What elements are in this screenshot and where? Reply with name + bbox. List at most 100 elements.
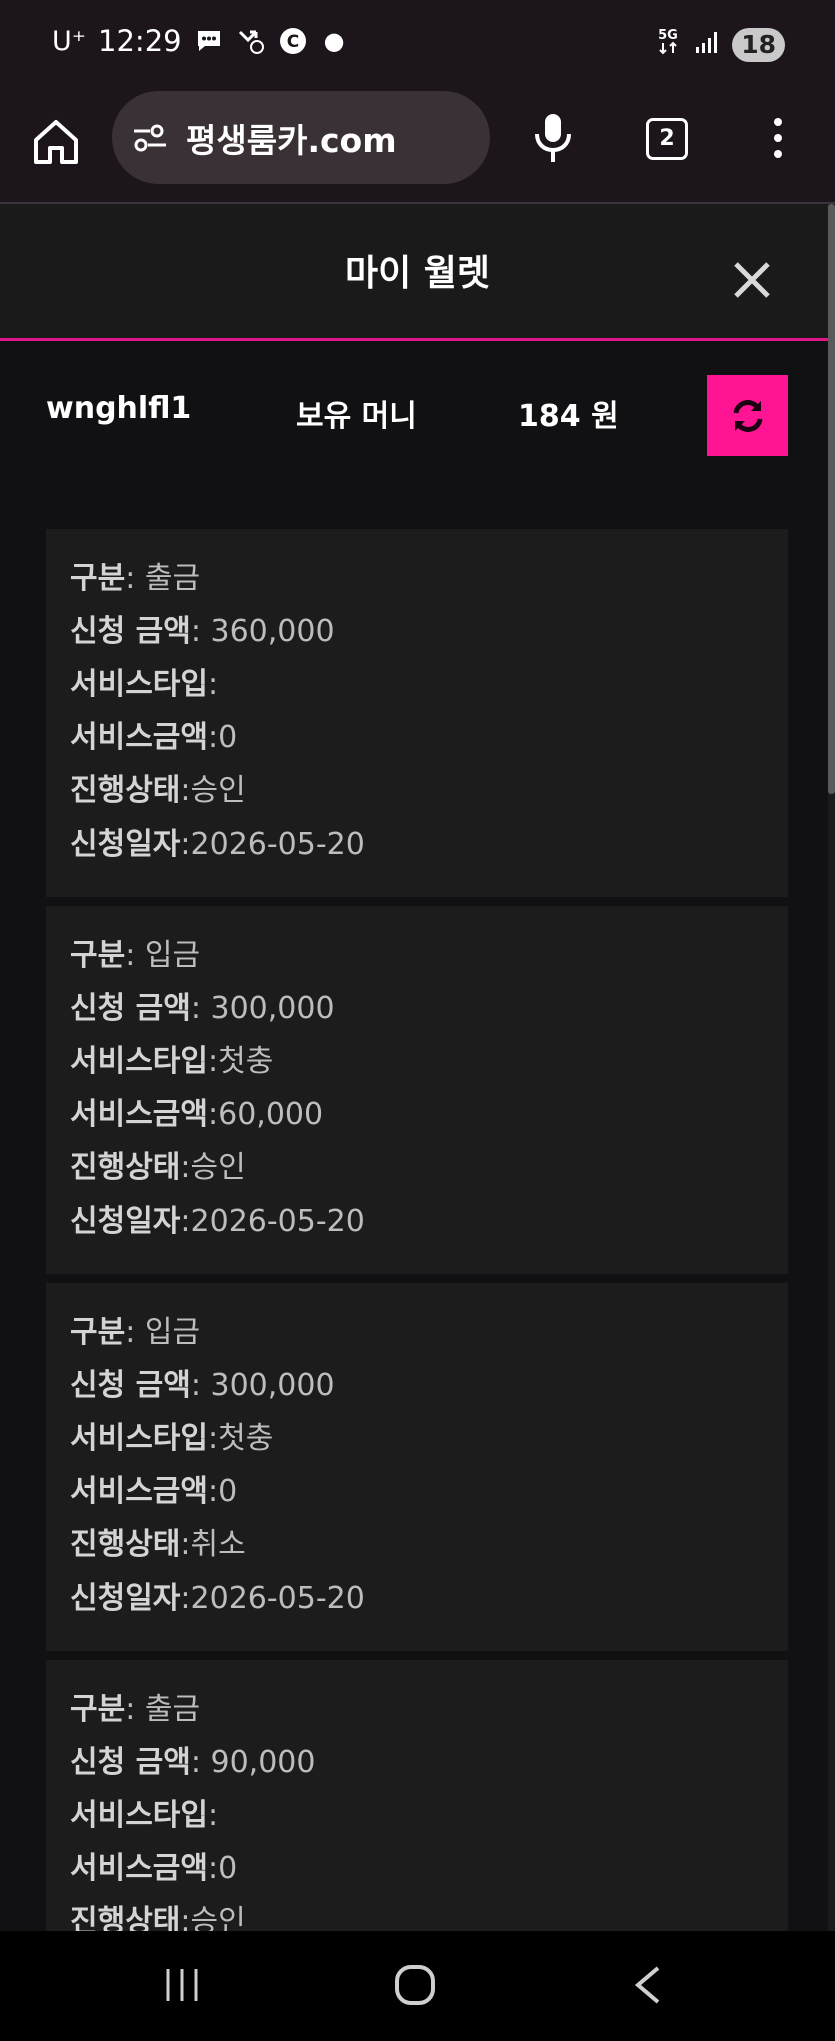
service-amount-label: 서비스금액 [70, 1851, 208, 1886]
amount-label: 신청 금액 [70, 991, 191, 1026]
mic-icon[interactable] [531, 110, 575, 166]
service-type-label: 서비스타입 [70, 1798, 208, 1833]
battery-icon: 18 [732, 27, 785, 62]
status-line: 진행상태:취소 [70, 1519, 246, 1563]
service-amount-value: :60,000 [208, 1097, 324, 1132]
date-line: 신청일자:2026-05-20 [70, 1196, 365, 1240]
status-right: 5G 18 [654, 26, 785, 63]
amount-label: 신청 금액 [70, 1368, 191, 1403]
status-line: 진행상태:승인 [70, 765, 246, 809]
modal-title: 마이 월렛 [344, 253, 490, 294]
menu-icon[interactable] [766, 114, 790, 162]
missed-call-icon [236, 26, 266, 56]
wallet-summary: wnghlfl1 보유 머니 184 원 [0, 341, 828, 476]
tabs-icon[interactable]: 2 [646, 118, 688, 160]
type-value: : 입금 [125, 1315, 201, 1350]
service-amount-value: :0 [208, 720, 238, 755]
amount-line: 신청 금액: 90,000 [70, 1737, 315, 1781]
status-value: :승인 [180, 1904, 246, 1931]
status-line: 진행상태:승인 [70, 1896, 246, 1931]
c-app-icon: C [278, 26, 308, 56]
service-amount-value: :0 [208, 1474, 238, 1509]
system-nav-bar [0, 1931, 835, 2041]
service-amount-line: 서비스금액:60,000 [70, 1089, 323, 1133]
type-line: 구분: 입금 [70, 930, 200, 974]
address-bar[interactable]: 평생룸카.com [112, 91, 490, 184]
service-type-line: 서비스타입: [70, 659, 218, 703]
type-line: 구분: 출금 [70, 553, 200, 597]
type-value: : 출금 [125, 561, 201, 596]
service-amount-line: 서비스금액:0 [70, 1466, 237, 1510]
status-label: 진행상태 [70, 1904, 181, 1931]
chat-icon [194, 26, 224, 56]
transaction-card: 구분: 출금신청 금액: 90,000서비스타입:서비스금액:0진행상태:승인신… [46, 1660, 788, 1931]
type-line: 구분: 입금 [70, 1307, 200, 1351]
back-icon[interactable] [630, 1965, 666, 2005]
service-type-label: 서비스타입 [70, 1044, 208, 1079]
service-amount-value: :0 [208, 1851, 238, 1886]
date-label: 신청일자 [70, 1581, 181, 1616]
service-type-line: 서비스타입: [70, 1790, 218, 1834]
type-value: : 입금 [125, 938, 201, 973]
service-type-value: : [208, 1798, 219, 1833]
date-line: 신청일자:2026-05-20 [70, 819, 365, 863]
transaction-card: 구분: 입금 신청 금액: 300,000 서비스타입:첫충 서비스금액:60,000… [46, 906, 788, 1274]
amount-value: : 360,000 [190, 614, 335, 649]
notification-dot-icon: ● [323, 27, 345, 55]
site-settings-icon[interactable] [130, 118, 170, 158]
home-nav-icon[interactable] [393, 1963, 437, 2007]
amount-value: : 300,000 [190, 1368, 335, 1403]
date-label: 신청일자 [70, 1204, 181, 1239]
carrier-label: U⁺ [52, 25, 87, 57]
status-value: :승인 [180, 773, 246, 808]
amount-line: 신청 금액: 300,000 [70, 983, 335, 1027]
amount-line: 신청 금액: 300,000 [70, 1360, 335, 1404]
close-icon[interactable] [728, 256, 776, 304]
amount-value: : 90,000 [190, 1745, 316, 1780]
network-5g-icon: 5G [654, 26, 682, 63]
service-type-value: : [208, 667, 219, 702]
type-label: 구분 [70, 938, 126, 973]
refresh-button[interactable] [707, 375, 788, 456]
type-value: : 출금 [125, 1692, 201, 1727]
signal-icon [694, 28, 720, 62]
amount-label: 신청 금액 [70, 1745, 191, 1780]
type-label: 구분 [70, 1315, 126, 1350]
home-icon[interactable] [30, 116, 82, 168]
type-label: 구분 [70, 561, 126, 596]
recent-apps-icon[interactable] [162, 1967, 202, 2003]
balance-amount: 184 원 [518, 399, 619, 434]
status-value: :승인 [180, 1150, 246, 1185]
amount-line: 신청 금액: 360,000 [70, 606, 335, 650]
balance-label: 보유 머니 [296, 399, 417, 434]
refresh-icon [733, 399, 762, 432]
modal-header: 마이 월렛 [0, 204, 828, 341]
type-line: 구분: 출금 [70, 1684, 200, 1728]
service-amount-label: 서비스금액 [70, 1474, 208, 1509]
service-type-label: 서비스타입 [70, 1421, 208, 1456]
date-label: 신청일자 [70, 827, 181, 862]
date-line: 신청일자:2026-05-20 [70, 1573, 365, 1617]
status-bar: U⁺ 12:29 C ● 5G 18 [0, 0, 835, 88]
date-value: :2026-05-20 [180, 827, 365, 862]
scrollbar-thumb[interactable] [828, 204, 835, 794]
service-type-value: :첫충 [208, 1044, 274, 1079]
clock: 12:29 [98, 24, 182, 58]
service-type-label: 서비스타입 [70, 667, 208, 702]
status-label: 진행상태 [70, 773, 181, 808]
service-type-line: 서비스타입:첫충 [70, 1036, 273, 1080]
service-amount-label: 서비스금액 [70, 720, 208, 755]
service-amount-line: 서비스금액:0 [70, 1843, 237, 1887]
service-type-value: :첫충 [208, 1421, 274, 1456]
svg-text:C: C [286, 32, 298, 52]
service-amount-line: 서비스금액:0 [70, 712, 237, 756]
amount-value: : 300,000 [190, 991, 335, 1026]
type-label: 구분 [70, 1692, 126, 1727]
transaction-card: 구분: 입금 신청 금액: 300,000 서비스타입:첫충 서비스금액:0 진행상태:… [46, 1283, 788, 1651]
status-label: 진행상태 [70, 1150, 181, 1185]
status-label: 진행상태 [70, 1527, 181, 1562]
wallet-page: 마이 월렛 wnghlfl1 보유 머니 184 원 구분: 출금 신청 금액: … [0, 204, 828, 1931]
service-amount-label: 서비스금액 [70, 1097, 208, 1132]
svg-text:5G: 5G [658, 28, 678, 43]
username: wnghlfl1 [46, 391, 192, 426]
